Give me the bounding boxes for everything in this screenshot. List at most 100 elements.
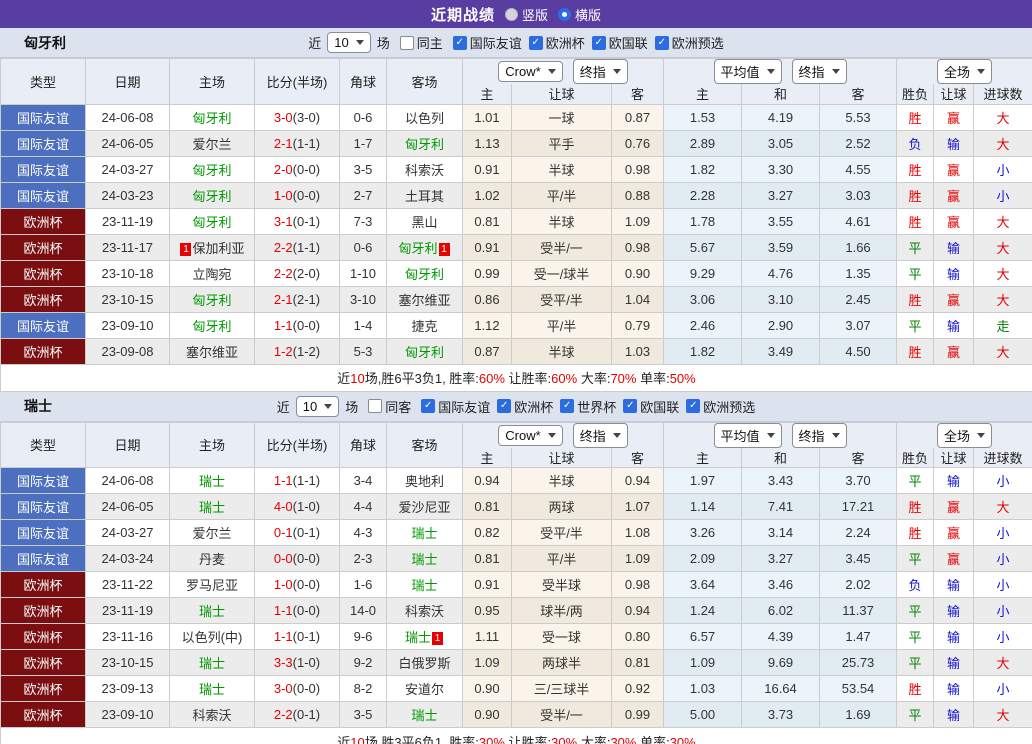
result-handicap-cell: 输 bbox=[933, 675, 975, 702]
date-cell: 23-09-13 bbox=[85, 675, 170, 702]
away-team-cell: 匈牙利 bbox=[386, 259, 463, 287]
halftime-score: (0-1) bbox=[292, 629, 321, 644]
league-checkbox[interactable]: ✓ 欧洲预选 bbox=[686, 397, 755, 416]
match-row: 欧洲杯 23-11-22 罗马尼亚 1-0(0-0) 1-6 瑞士 0.91 受半球 0.98 3… bbox=[0, 571, 1032, 598]
average-stage-select[interactable]: 终指 bbox=[791, 59, 847, 84]
league-type-cell: 国际友谊 bbox=[0, 467, 86, 494]
checkbox-icon: ✓ bbox=[654, 35, 669, 50]
team-label: 瑞士 bbox=[198, 474, 225, 489]
league-checkbox[interactable]: ✓ 国际友谊 bbox=[421, 397, 490, 416]
odds-home-cell: 1.02 bbox=[462, 181, 512, 209]
odds-stage-select-value: 终指 bbox=[579, 428, 606, 444]
halftime-score: (0-0) bbox=[292, 161, 321, 177]
fulltime-select-group: 全场 bbox=[896, 421, 1032, 448]
recent-count-select[interactable]: 10 bbox=[295, 395, 340, 417]
avg-away-cell: 25.73 bbox=[819, 649, 898, 676]
average-select[interactable]: 平均值 bbox=[713, 422, 782, 448]
matches-label: 场 bbox=[376, 36, 390, 51]
team-label: 科索沃 bbox=[404, 604, 444, 619]
same-venue-checkbox[interactable]: 同客 bbox=[368, 397, 411, 416]
recent-count-select[interactable]: 10 bbox=[327, 32, 371, 53]
summary-row: 近10场,胜6平3负1, 胜率:60% 让胜率:60% 大率:70% 单率:50… bbox=[0, 363, 1032, 392]
away-team-cell: 瑞士 bbox=[386, 571, 463, 598]
corners-cell: 3-10 bbox=[339, 285, 387, 313]
bookmaker-select[interactable]: Crow* bbox=[498, 424, 563, 446]
score-cell: 0-0(0-0) bbox=[254, 545, 340, 572]
subcol-avg-away: 客 bbox=[819, 447, 898, 468]
league-type-cell: 欧洲杯 bbox=[0, 597, 86, 624]
avg-away-cell: 11.37 bbox=[819, 597, 898, 624]
fulltime-score: 4-0 bbox=[273, 499, 293, 514]
avg-away-cell: 3.70 bbox=[819, 467, 898, 494]
average-stage-select[interactable]: 终指 bbox=[791, 422, 847, 448]
league-checkbox[interactable]: ✓ 欧国联 bbox=[623, 397, 679, 416]
score-cell: 4-0(1-0) bbox=[254, 493, 340, 520]
bookmaker-select-value: Crow* bbox=[505, 427, 541, 443]
result-handicap-cell: 输 bbox=[933, 311, 975, 339]
summary-stat: 30% bbox=[478, 734, 505, 744]
avg-draw-cell: 9.69 bbox=[741, 649, 821, 676]
away-team-cell: 瑞士 bbox=[386, 545, 463, 572]
home-team-cell: 1 保加利亚 bbox=[169, 233, 255, 261]
odds-home-cell: 0.86 bbox=[462, 285, 512, 313]
odds-home-cell: 0.81 bbox=[462, 545, 512, 572]
avg-draw-cell: 4.39 bbox=[741, 623, 821, 650]
league-checkbox[interactable]: ✓ 欧国联 bbox=[591, 33, 648, 52]
handicap-cell: 半球 bbox=[511, 155, 612, 183]
odds-away-cell: 0.80 bbox=[610, 623, 665, 650]
result-goals-cell: 大 bbox=[973, 207, 1032, 235]
average-select[interactable]: 平均值 bbox=[713, 59, 782, 84]
handicap-cell: 半球 bbox=[511, 207, 612, 235]
result-handicap-cell: 输 bbox=[933, 571, 975, 598]
league-type-cell: 国际友谊 bbox=[0, 103, 86, 131]
league-checkbox[interactable]: ✓ 国际友谊 bbox=[452, 33, 522, 52]
odds-home-cell: 0.95 bbox=[462, 597, 512, 624]
result-goals-cell: 大 bbox=[973, 493, 1032, 520]
avg-draw-cell: 3.27 bbox=[741, 181, 821, 209]
handicap-cell: 球半/两 bbox=[511, 597, 612, 624]
same-venue-checkbox[interactable]: 同主 bbox=[399, 33, 443, 52]
team-label: 匈牙利 bbox=[192, 188, 232, 204]
league-type-cell: 欧洲杯 bbox=[0, 623, 86, 650]
result-goals-cell: 大 bbox=[973, 337, 1032, 365]
halftime-score: (0-0) bbox=[292, 551, 321, 566]
league-checkbox[interactable]: ✓ 欧洲杯 bbox=[528, 33, 585, 52]
radio-vertical-label: 竖版 bbox=[521, 7, 548, 23]
col-home: 主场 bbox=[169, 421, 255, 468]
league-checkbox[interactable]: ✓ 欧洲杯 bbox=[497, 397, 553, 416]
odds-away-cell: 0.94 bbox=[610, 597, 665, 624]
avg-draw-cell: 3.73 bbox=[741, 701, 821, 728]
away-team-cell: 捷克 bbox=[386, 311, 463, 339]
corners-cell: 4-4 bbox=[339, 493, 387, 520]
away-team-cell: 匈牙利 bbox=[386, 337, 463, 365]
bookmaker-select[interactable]: Crow* bbox=[498, 61, 563, 82]
radio-selected-icon bbox=[558, 7, 571, 21]
league-checkbox[interactable]: ✓ 欧洲预选 bbox=[654, 33, 724, 52]
odds-stage-select[interactable]: 终指 bbox=[572, 59, 628, 84]
subcol-avg-home: 主 bbox=[663, 447, 743, 468]
result-handicap-cell: 输 bbox=[933, 233, 975, 261]
date-cell: 24-03-27 bbox=[85, 519, 170, 546]
result-wdl-cell: 平 bbox=[896, 597, 935, 624]
fulltime-select[interactable]: 全场 bbox=[937, 59, 993, 84]
avg-draw-cell: 4.76 bbox=[741, 259, 821, 287]
date-cell: 24-03-24 bbox=[85, 545, 170, 572]
layout-radio-vertical[interactable]: 竖版 bbox=[504, 5, 548, 24]
league-checkbox[interactable]: ✓ 世界杯 bbox=[560, 397, 616, 416]
fulltime-select[interactable]: 全场 bbox=[937, 422, 993, 448]
score-cell: 3-3(1-0) bbox=[254, 649, 340, 676]
layout-radio-horizontal[interactable]: 横版 bbox=[558, 5, 601, 24]
page-title: 近期战绩 bbox=[430, 6, 495, 24]
avg-home-cell: 2.28 bbox=[663, 181, 743, 209]
away-team-cell: 安道尔 bbox=[386, 675, 463, 702]
summary-label: 大率: bbox=[577, 734, 611, 744]
average-select-group: 平均值 终指 bbox=[663, 58, 898, 84]
team-label: 匈牙利 bbox=[404, 136, 444, 152]
handicap-cell: 三/三球半 bbox=[511, 675, 612, 702]
odds-stage-select[interactable]: 终指 bbox=[572, 422, 628, 448]
near-label: 近 bbox=[276, 399, 290, 415]
score-cell: 1-2(1-2) bbox=[254, 337, 340, 365]
corners-cell: 2-3 bbox=[339, 545, 387, 572]
result-handicap-cell: 输 bbox=[933, 467, 975, 494]
home-team-cell: 爱尔兰 bbox=[169, 129, 255, 157]
